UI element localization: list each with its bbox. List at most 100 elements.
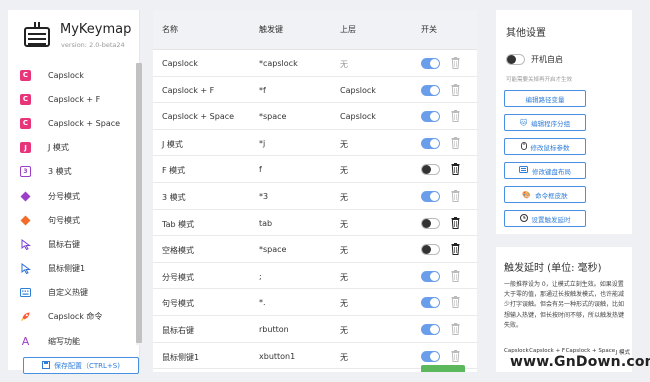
toggle-knob [430,138,439,148]
row-parent: 无 [340,166,348,176]
cursor-icon [20,238,31,250]
table-row: F 模式 f 无 [153,156,477,183]
sidebar-item-capslock-f[interactable]: C Capslock + F [8,87,130,111]
row-enable-toggle[interactable] [421,297,440,309]
font-a-icon: A [21,334,30,348]
table-row: 分号模式; 无 [153,263,477,290]
row-parent: Capslock [340,85,376,95]
delete-icon[interactable] [451,243,460,256]
sidebar-item-capslock[interactable]: C Capslock [8,63,130,87]
table-row: 空格模式 *space 无 [153,236,477,263]
row-parent: 无 [340,326,348,335]
delete-icon[interactable] [451,163,460,176]
delete-icon[interactable] [451,296,460,309]
delete-icon[interactable] [451,136,460,149]
keyboard-icon [20,287,31,298]
save-config-button[interactable]: 保存配置（CTRL+S) [23,357,139,374]
edit-program-groups-button[interactable]: 🐱 编辑程序分组 [504,114,586,131]
palette-icon: 🎨 [522,190,532,199]
row-enable-toggle[interactable] [421,324,440,335]
toggle-knob [422,245,431,255]
sidebar-item-side-button[interactable]: 鼠标侧键1 [8,257,130,281]
sidebar-item-label: Capslock + F [48,94,101,104]
row-parent: 无 [340,219,348,229]
sidebar-item-j-mode[interactable]: J J 模式 [8,136,130,160]
table-row: 句号模式 *. 无 [153,289,477,316]
app-name: MyKeymap [60,22,132,37]
app-logo: MyKeymap version: 2.0-beta24 [20,18,140,56]
autostart-toggle[interactable] [506,54,525,65]
delete-icon[interactable] [451,323,460,335]
delete-icon[interactable] [451,57,460,69]
clock-icon [519,213,528,224]
cursor-icon [20,263,31,275]
purple-diamond-icon [20,191,31,202]
sidebar-item-3-mode[interactable]: 3 3 模式 [8,160,130,184]
sidebar-item-label: 鼠标右键 [48,239,80,249]
row-enable-toggle[interactable] [421,84,440,96]
sidebar-item-custom-hotkey[interactable]: 自定义热键 [8,281,130,305]
sidebar-item-period-mode[interactable]: 句号模式 [8,208,130,232]
add-row-button[interactable] [421,365,465,372]
col-header-parent: 上层 [340,25,356,34]
table-row: Capslock + F *f Capslock [153,77,477,104]
toggle-knob [422,165,431,175]
sidebar-item-right-click[interactable]: 鼠标右键 [8,232,130,256]
three-digit-icon: 3 [20,166,31,178]
row-enable-toggle[interactable] [421,164,440,176]
sidebar-item-label: 分号模式 [48,191,80,201]
delete-icon[interactable] [451,269,460,282]
mouse-icon [520,141,527,152]
autostart-row: 开机自启 [506,54,563,65]
row-enable-toggle[interactable] [421,111,440,123]
sidebar-item-label: Capslock + Space [48,118,121,128]
row-enable-toggle[interactable] [421,350,440,362]
trigger-delay-button[interactable]: 设置触发延时 [504,210,586,227]
row-enable-toggle[interactable] [421,270,440,282]
sidebar-scrollbar-thumb[interactable] [136,63,142,343]
row-trigger: *. [259,298,266,308]
row-trigger: *j [259,138,266,148]
rocket-icon [20,311,31,322]
delete-icon[interactable] [451,190,460,202]
edit-program-groups-label: 编辑程序分组 [531,119,571,128]
command-box-skin-button[interactable]: 🎨 命令框皮肤 [504,186,586,203]
delete-icon[interactable] [451,110,460,123]
col-header-name: 名称 [162,25,178,34]
row-parent: 无 [340,272,348,282]
row-name: 空格模式 [162,246,194,256]
sidebar-item-label: Capslock [48,70,84,80]
row-enable-toggle[interactable] [421,191,440,202]
toggle-knob [422,218,431,228]
toggle-knob [507,55,516,64]
mouse-settings-button[interactable]: 修改鼠标参数 [504,138,586,155]
delete-icon[interactable] [451,83,460,96]
sidebar-item-capslock-command[interactable]: Capslock 命令 [8,305,130,329]
row-parent: Capslock [340,112,376,122]
row-trigger: ; [259,271,262,281]
trigger-delay-label: 设置触发延时 [531,215,571,224]
sidebar-item-capslock-space[interactable]: C Capslock + Space [8,111,130,135]
delete-icon[interactable] [451,349,460,362]
row-enable-toggle[interactable] [421,244,440,256]
toggle-knob [430,85,439,95]
toggle-knob [430,271,439,281]
toggle-knob [430,298,439,308]
delay-description: 一般推荐设为 0，让模式立刻生效。如果设置大于零的值，那通过长按触发模式，也许能… [504,281,625,329]
keyboard-layout-button[interactable]: 修改键盘布局 [504,162,586,179]
delete-icon[interactable] [451,216,460,229]
cat-icon: 🐱 [519,118,528,127]
row-enable-toggle[interactable] [421,217,440,229]
row-enable-toggle[interactable] [421,137,440,149]
sidebar-item-abbreviation[interactable]: A 缩写功能 [8,329,130,353]
sidebar-scrollbar[interactable] [136,63,142,345]
col-header-switch: 开关 [421,25,437,34]
row-name: 3 模式 [162,193,186,202]
edit-path-variables-button[interactable]: 编辑路径变量 [504,90,586,107]
row-enable-toggle[interactable] [421,58,440,69]
sidebar-item-semicolon-mode[interactable]: 分号模式 [8,184,130,208]
keyboard-logo-icon [24,22,50,47]
sidebar: MyKeymap version: 2.0-beta24 C Capslock … [8,10,142,374]
row-parent: 无 [340,299,348,309]
settings-card: 其他设置 开机自启 可能需要关掉再开启才生效 编辑路径变量 🐱 编辑程序分组 修… [496,10,632,234]
